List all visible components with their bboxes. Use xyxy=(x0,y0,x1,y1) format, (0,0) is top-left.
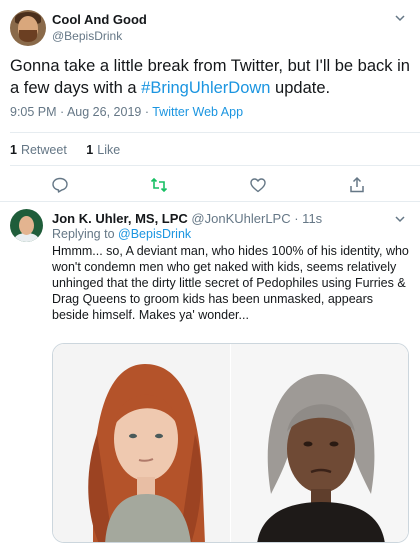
tweet-source[interactable]: Twitter Web App xyxy=(152,105,243,119)
photo-redhead-woman-image xyxy=(53,344,230,542)
tweet-actions xyxy=(0,172,420,198)
tweet-text-after: update. xyxy=(270,79,331,97)
replying-to: Replying to @BepisDrink xyxy=(52,227,191,241)
author-handle[interactable]: @BepisDrink xyxy=(52,29,122,43)
tweet-text: Gonna take a little break from Twitter, … xyxy=(10,55,410,99)
replying-handle[interactable]: @BepisDrink xyxy=(118,227,191,241)
reply-text: Hmmm... so, A deviant man, who hides 100… xyxy=(52,244,409,322)
photo-redhead-woman[interactable] xyxy=(53,344,230,542)
share-icon[interactable] xyxy=(348,176,366,194)
retweets-count: 1 xyxy=(10,143,17,157)
chevron-down-icon[interactable] xyxy=(394,12,406,24)
retweets-label: Retweet xyxy=(20,143,67,157)
like-icon[interactable] xyxy=(249,176,267,194)
tweet-meta: 9:05 PM · Aug 26, 2019 · Twitter Web App xyxy=(10,105,243,119)
retweet-icon[interactable] xyxy=(150,176,168,194)
author-name[interactable]: Cool And Good xyxy=(52,12,147,27)
retweets-stat[interactable]: 1 Retweet xyxy=(10,143,67,157)
reply-author-name[interactable]: Jon K. Uhler, MS, LPC xyxy=(52,211,188,226)
photo-gray-haired-woman-image xyxy=(231,344,408,542)
hashtag-link[interactable]: #BringUhlerDown xyxy=(141,79,270,97)
reply-header: Jon K. Uhler, MS, LPC @JonKUhlerLPC · 11… xyxy=(52,211,322,226)
likes-label: Like xyxy=(97,143,121,157)
likes-count: 1 xyxy=(86,143,94,157)
avatar[interactable] xyxy=(10,10,46,46)
reply-avatar[interactable] xyxy=(10,209,43,242)
divider xyxy=(10,165,420,166)
chevron-down-icon[interactable] xyxy=(394,213,406,225)
media-grid xyxy=(52,343,409,543)
tweet-stats: 1 Retweet 1 Like xyxy=(10,143,136,157)
reply-icon[interactable] xyxy=(51,176,69,194)
reply-author-handle[interactable]: @JonKUhlerLPC xyxy=(191,211,290,226)
likes-stat[interactable]: 1 Like xyxy=(86,143,120,157)
tweet-timestamp[interactable]: 9:05 PM · Aug 26, 2019 · xyxy=(10,105,152,119)
reply-time[interactable]: · 11s xyxy=(294,211,322,226)
replying-label: Replying to xyxy=(52,227,119,241)
divider xyxy=(0,201,420,202)
divider xyxy=(10,132,420,133)
photo-gray-haired-woman[interactable] xyxy=(231,344,408,542)
